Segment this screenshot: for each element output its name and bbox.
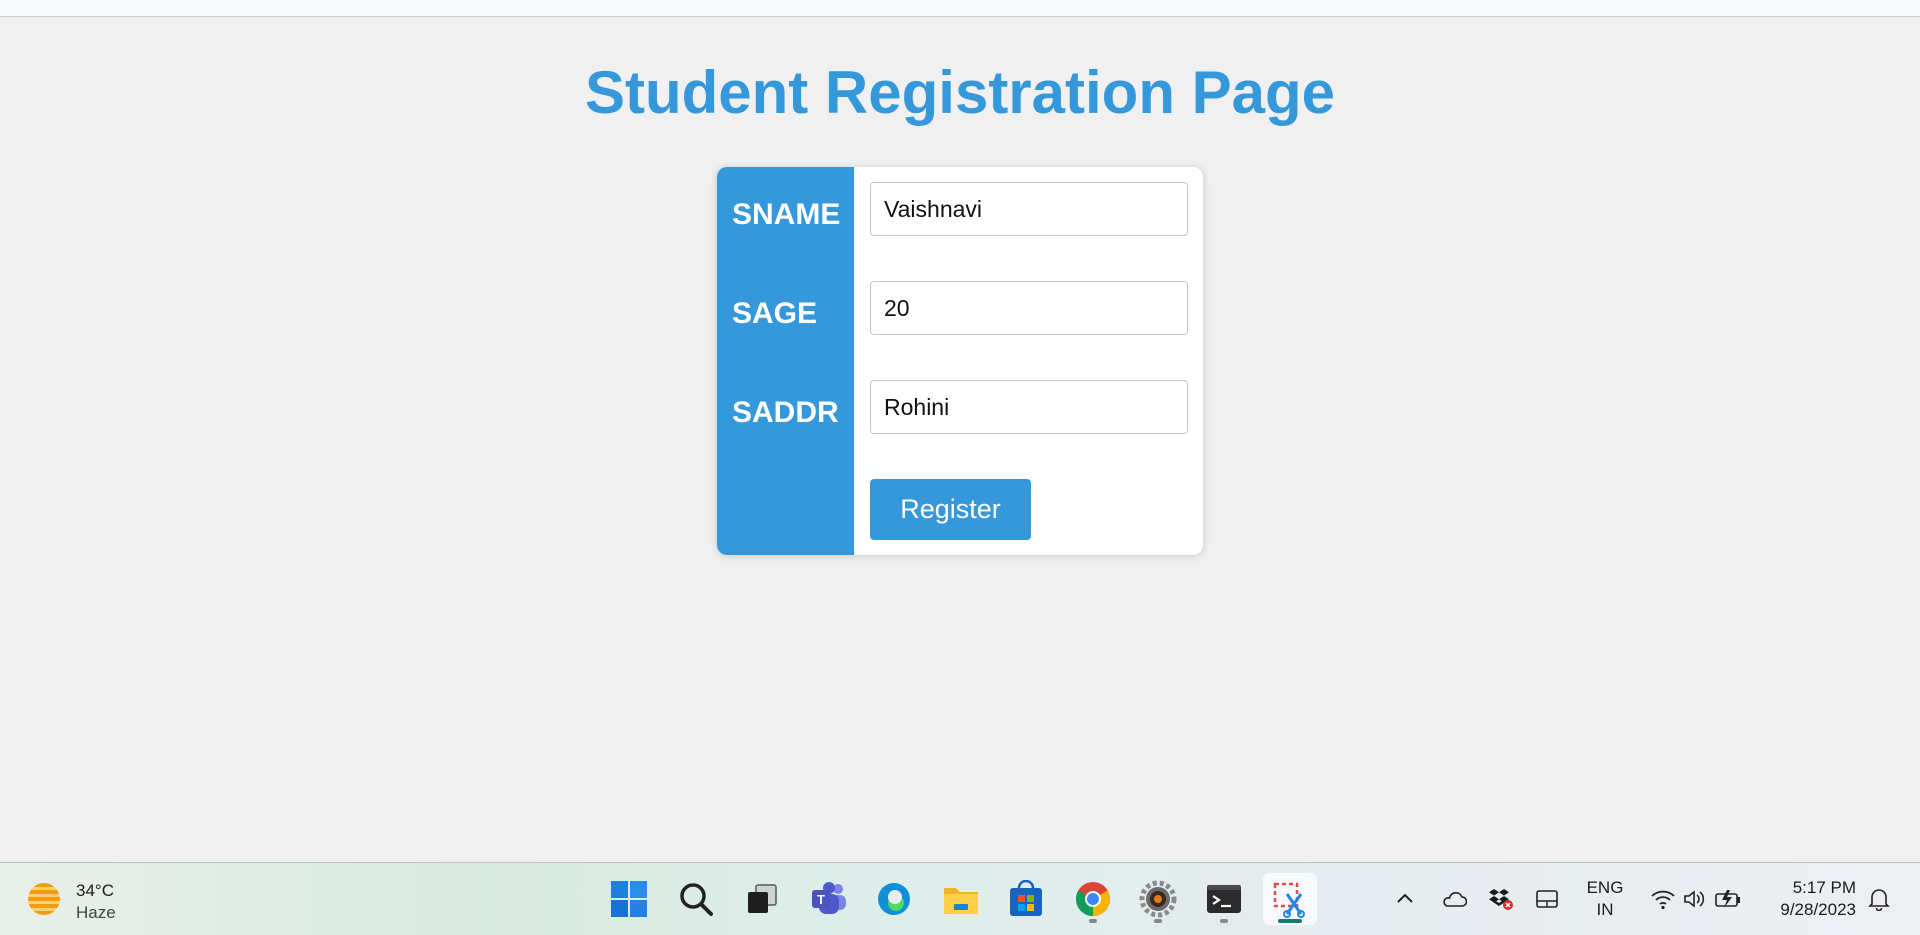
taskbar: 34°C Haze T ENG IN 5:17 PM 9/28/2023 — [0, 862, 1920, 935]
running-indicator — [1089, 919, 1097, 923]
touchpad-button[interactable] — [1530, 877, 1564, 921]
terminal-button[interactable] — [1197, 873, 1251, 925]
chrome-icon — [1076, 882, 1110, 916]
snipping-tool-icon — [1273, 882, 1305, 918]
language-indicator[interactable]: ENG IN — [1578, 877, 1632, 921]
sname-label: SNAME — [732, 198, 841, 231]
chrome-button[interactable] — [1066, 873, 1120, 925]
battery-charging-icon — [1715, 890, 1740, 908]
onedrive-button[interactable] — [1437, 877, 1471, 921]
weather-condition: Haze — [76, 903, 116, 922]
search-button[interactable] — [669, 873, 723, 925]
sage-label: SAGE — [732, 297, 818, 330]
chevron-up-icon — [1397, 893, 1413, 903]
terminal-icon — [1207, 885, 1241, 913]
settings-app-icon — [1139, 880, 1177, 918]
browser-bookmarks-bar — [0, 0, 1920, 17]
volume-icon — [1684, 890, 1705, 908]
touchpad-icon — [1536, 890, 1558, 908]
running-indicator — [1154, 919, 1162, 923]
edge-button[interactable] — [867, 873, 921, 925]
notifications-button[interactable] — [1864, 877, 1894, 921]
label-column: SNAME SAGE SADDR — [717, 167, 854, 555]
store-icon — [1010, 880, 1042, 916]
cloud-icon — [1443, 891, 1467, 907]
sname-input[interactable] — [870, 182, 1188, 236]
dropbox-button[interactable] — [1484, 877, 1518, 921]
register-button[interactable]: Register — [870, 479, 1031, 540]
active-indicator — [1278, 919, 1302, 923]
file-explorer-icon — [944, 888, 978, 914]
saddr-input[interactable] — [870, 380, 1188, 434]
saddr-label: SADDR — [732, 396, 839, 429]
page-title: Student Registration Page — [584, 59, 1336, 126]
quick-settings-button[interactable] — [1646, 877, 1746, 921]
weather-temperature: 34°C — [76, 881, 114, 900]
task-view-icon — [748, 884, 777, 913]
weather-widget[interactable]: 34°C Haze — [26, 877, 176, 923]
store-button[interactable] — [999, 873, 1053, 925]
show-hidden-icons-button[interactable] — [1390, 877, 1420, 921]
task-view-button[interactable] — [735, 873, 789, 925]
search-icon — [680, 883, 713, 916]
svg-text:T: T — [817, 892, 825, 907]
settings-app-button[interactable] — [1131, 873, 1185, 925]
sage-input[interactable] — [870, 281, 1188, 335]
teams-icon: T — [812, 882, 846, 914]
teams-button[interactable]: T — [802, 873, 856, 925]
language-code: ENG — [1586, 878, 1624, 897]
start-icon — [611, 881, 647, 917]
region-code: IN — [1596, 900, 1614, 919]
sun-haze-icon — [28, 883, 60, 915]
edge-icon — [878, 883, 910, 915]
start-button[interactable] — [602, 873, 656, 925]
registration-form: SNAME SAGE SADDR Register — [717, 167, 1203, 555]
snipping-tool-button[interactable] — [1263, 873, 1317, 925]
wifi-icon — [1651, 890, 1675, 910]
clock[interactable]: 5:17 PM 9/28/2023 — [1752, 877, 1856, 921]
running-indicator — [1220, 919, 1228, 923]
clock-time: 5:17 PM — [1792, 878, 1856, 897]
dropbox-icon — [1489, 889, 1513, 910]
file-explorer-button[interactable] — [934, 873, 988, 925]
bell-icon — [1868, 889, 1890, 911]
clock-date: 9/28/2023 — [1780, 900, 1856, 919]
